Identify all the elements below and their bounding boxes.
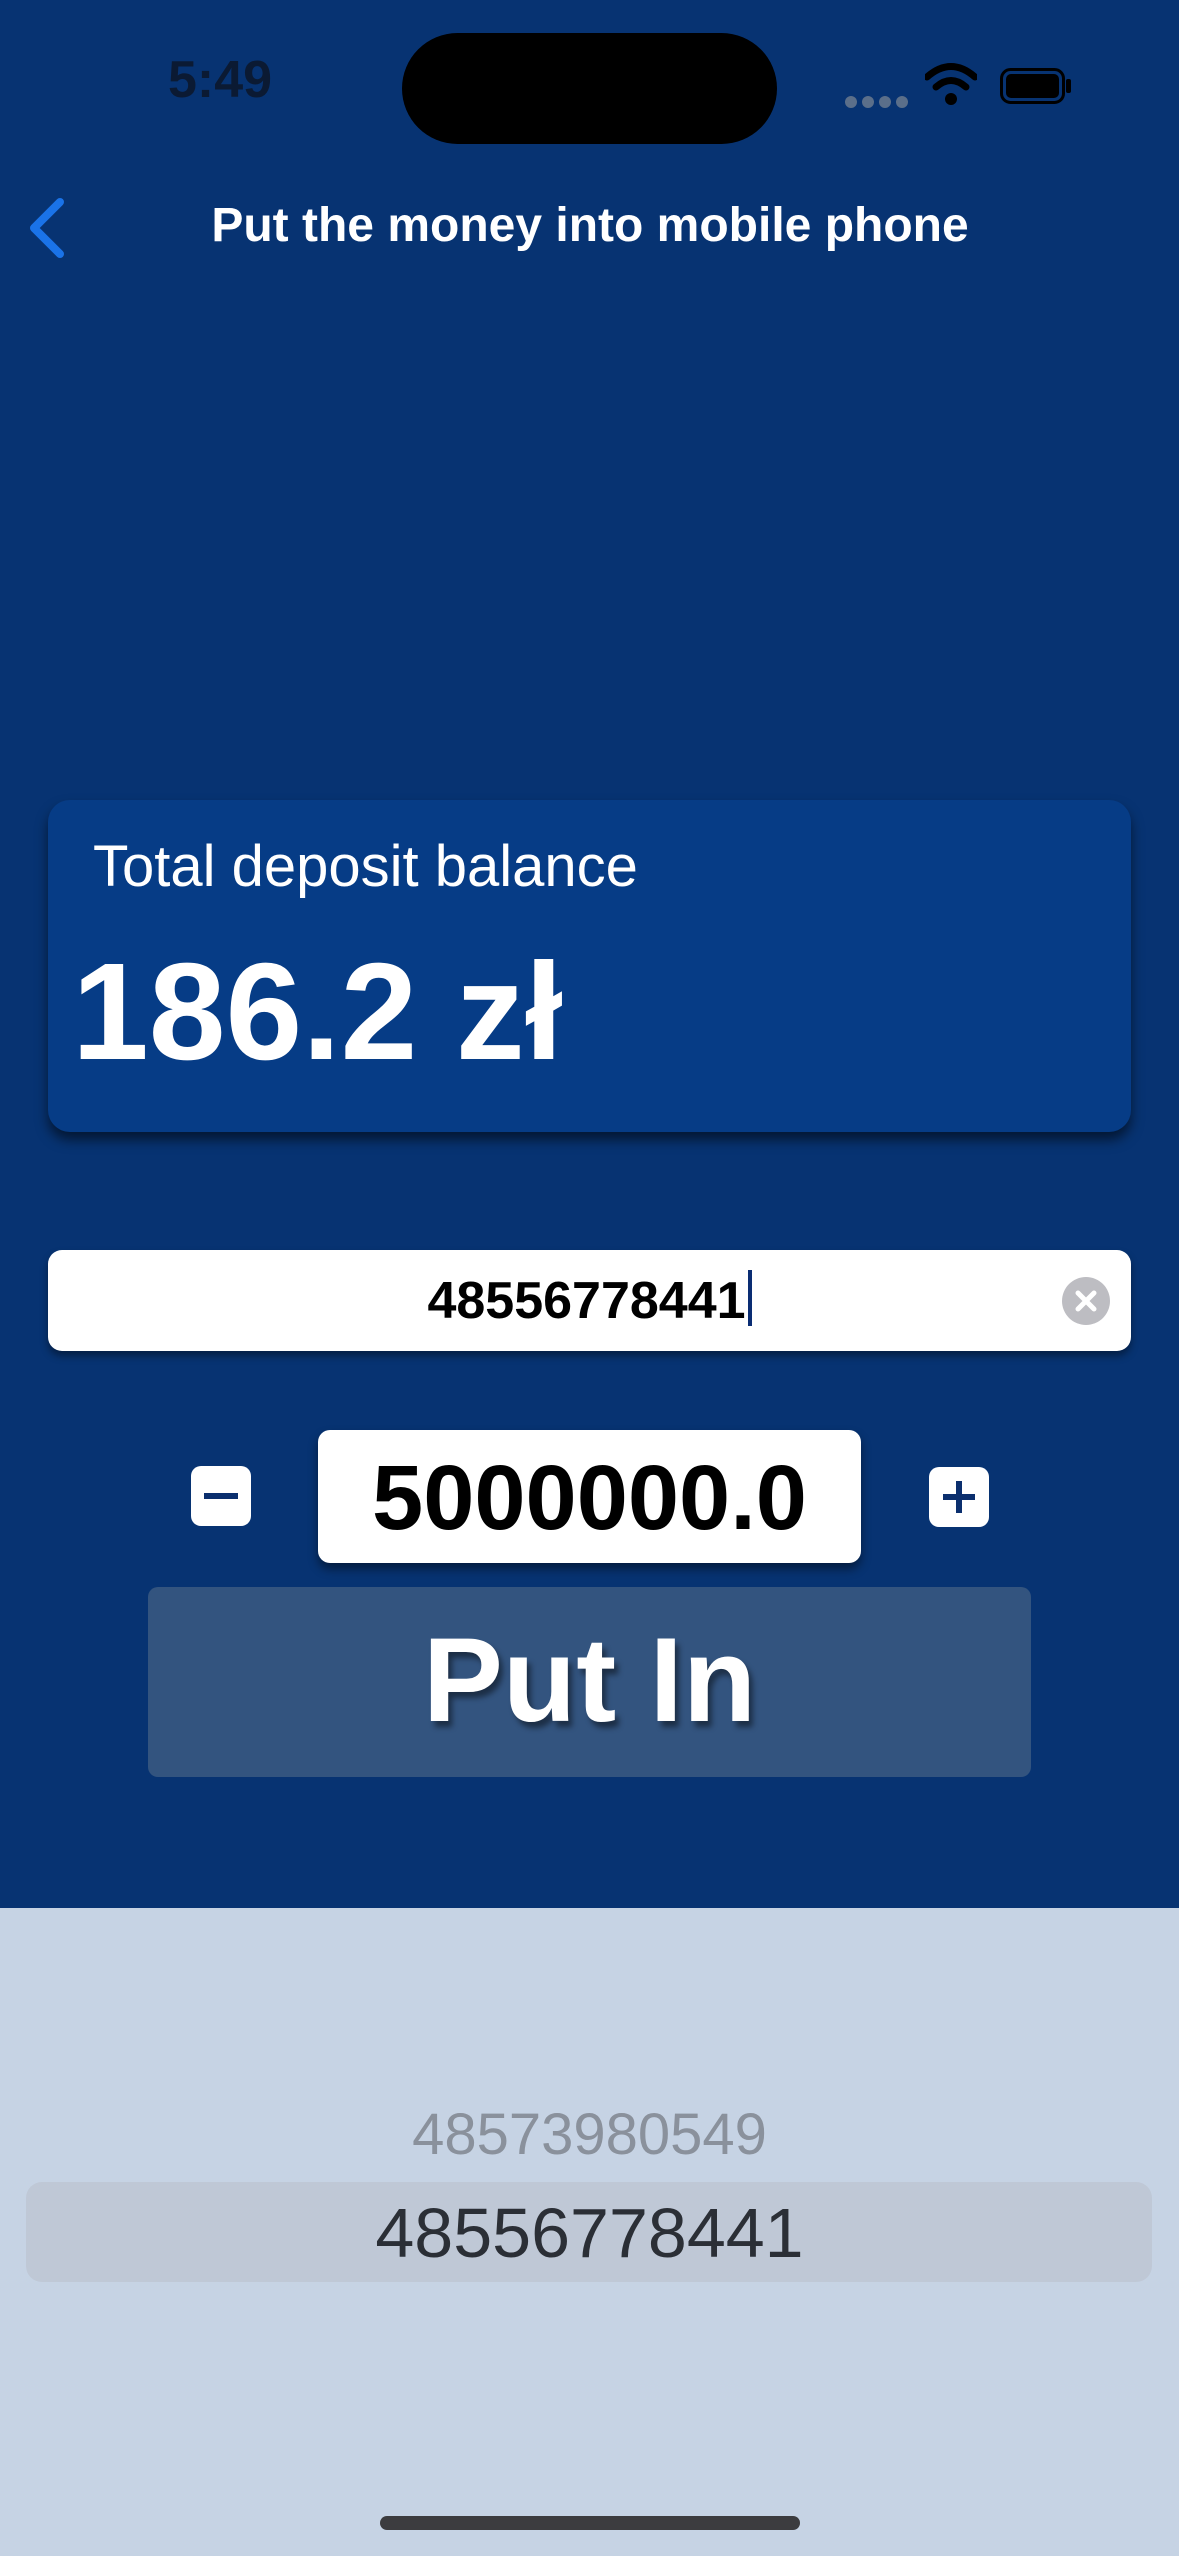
home-indicator[interactable] [380, 2516, 800, 2530]
minus-icon [204, 1493, 238, 1499]
page-title: Put the money into mobile phone [211, 199, 969, 252]
phone-number-text: 48556778441 [60, 1270, 1119, 1332]
plus-icon [943, 1481, 975, 1513]
picker-option-selected[interactable]: 48556778441 [0, 2195, 1179, 2271]
chevron-left-icon [30, 198, 64, 258]
increment-button[interactable] [929, 1467, 989, 1527]
text-caret [747, 1270, 752, 1326]
back-button[interactable] [18, 192, 88, 264]
amount-value: 5000000.0 [372, 1447, 807, 1549]
cellular-signal-icon [845, 96, 908, 110]
dynamic-island [402, 33, 777, 144]
wifi-icon [923, 62, 979, 106]
battery-icon [1000, 68, 1072, 104]
picker-option[interactable]: 48573980549 [0, 2100, 1179, 2170]
phone-number-value: 48556778441 [427, 1272, 746, 1330]
decrement-button[interactable] [191, 1466, 251, 1526]
balance-amount: 186.2 zł [72, 935, 564, 1089]
put-in-label: Put In [422, 1613, 757, 1747]
status-time: 5:49 [167, 51, 273, 109]
balance-label: Total deposit balance [93, 834, 638, 899]
clear-x-icon [1075, 1290, 1097, 1312]
clear-text-button[interactable] [1062, 1277, 1110, 1325]
